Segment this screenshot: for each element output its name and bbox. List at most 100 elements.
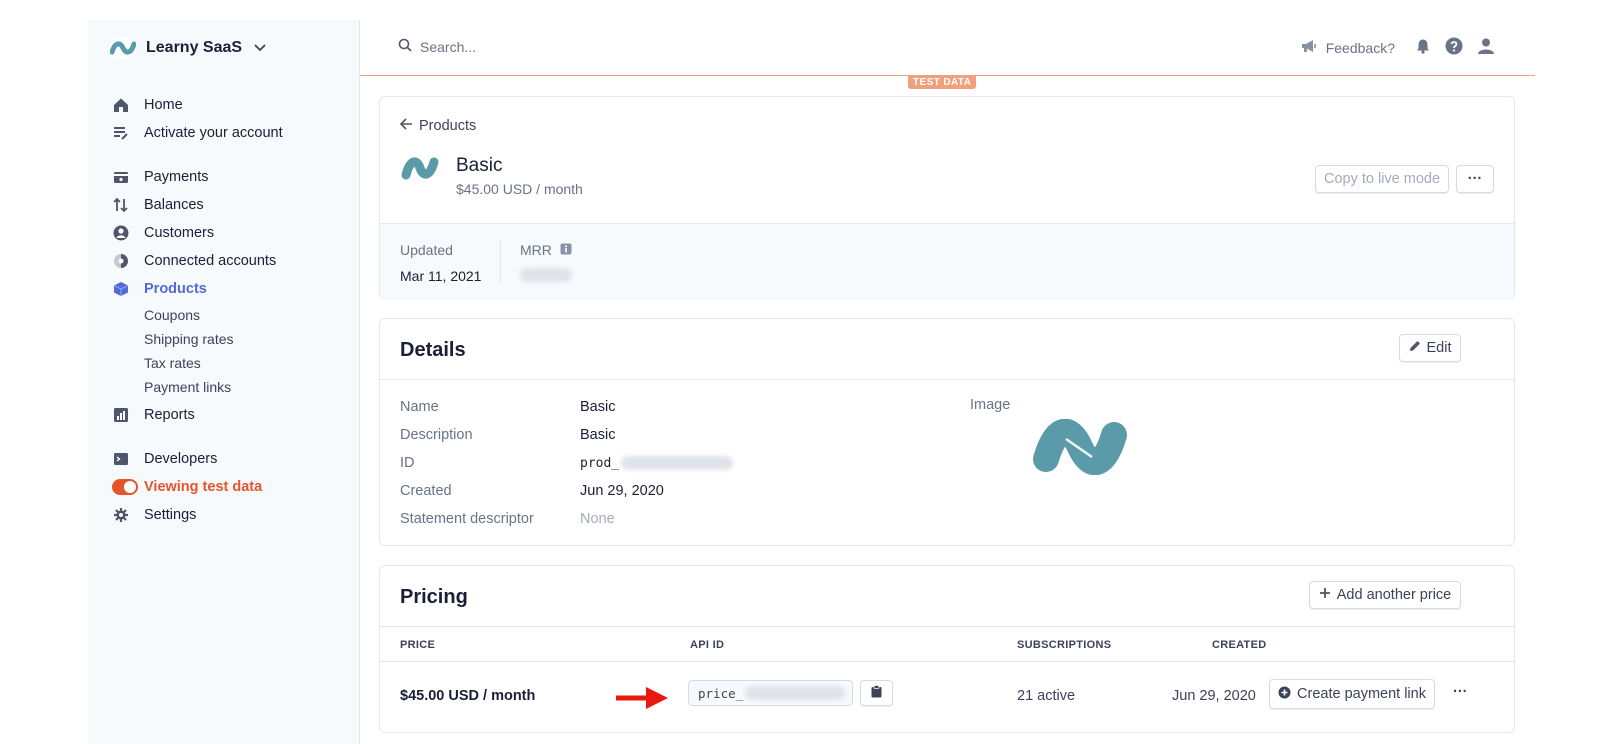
detail-key: Description: [400, 427, 473, 443]
search-bar[interactable]: Search...: [398, 38, 476, 55]
sidebar: Learny SaaS Home Activate your account P…: [88, 20, 360, 744]
product-meta-bar: Updated Mar 11, 2021 MRR: [380, 223, 1514, 300]
customers-icon: [112, 224, 130, 242]
feedback-button[interactable]: Feedback?: [1301, 39, 1395, 56]
mrr-value-redacted: [520, 268, 572, 282]
api-id-redacted: [745, 686, 846, 700]
sidebar-item-developers[interactable]: Developers: [112, 445, 342, 473]
sidebar-item-reports[interactable]: Reports: [112, 401, 342, 429]
plus-icon: [1319, 587, 1331, 603]
account-name: Learny SaaS: [146, 39, 243, 56]
account-switcher[interactable]: Learny SaaS: [110, 37, 266, 59]
user-avatar-icon[interactable]: [1477, 37, 1495, 58]
sidebar-item-label: Customers: [144, 225, 215, 241]
copy-api-id-button[interactable]: [860, 680, 893, 706]
sidebar-item-coupons[interactable]: Coupons: [112, 303, 342, 327]
add-price-label: Add another price: [1336, 587, 1452, 603]
sidebar-item-label: Products: [144, 281, 207, 297]
detail-row-id: ID prod_: [400, 453, 734, 473]
column-header-subscriptions: SUBSCRIPTIONS: [1017, 639, 1112, 651]
products-icon: [112, 280, 130, 298]
detail-key: Name: [400, 399, 439, 415]
sidebar-item-customers[interactable]: Customers: [112, 219, 342, 247]
product-header-card: Products Basic $45.00 USD / month Copy t…: [379, 96, 1515, 300]
product-logo-icon: [400, 155, 440, 186]
help-icon[interactable]: [1445, 37, 1463, 58]
learny-logo-icon: [110, 37, 136, 59]
create-link-label: Create payment link: [1297, 686, 1426, 702]
column-header-price: PRICE: [400, 639, 436, 651]
balances-icon: [112, 196, 130, 214]
bell-icon[interactable]: [1415, 38, 1431, 57]
detail-row-created: Created Jun 29, 2020: [400, 481, 664, 501]
search-icon: [398, 38, 412, 55]
create-payment-link-button[interactable]: Create payment link: [1269, 679, 1435, 709]
details-card: Details Edit Name Basic Description Basi…: [379, 318, 1515, 546]
test-data-badge: TEST DATA: [908, 76, 977, 89]
mrr-cell: MRR: [520, 242, 572, 285]
clipboard-icon: [871, 684, 882, 702]
details-divider: [380, 379, 1514, 380]
detail-value: Basic: [580, 427, 616, 443]
detail-key: ID: [400, 455, 415, 471]
sidebar-item-home[interactable]: Home: [112, 91, 342, 119]
column-header-created: CREATED: [1212, 639, 1267, 651]
sidebar-item-connected-accounts[interactable]: Connected accounts: [112, 247, 342, 275]
chevron-down-icon: [254, 41, 266, 55]
sidebar-item-balances[interactable]: Balances: [112, 191, 342, 219]
sidebar-item-label: Connected accounts: [144, 253, 277, 269]
updated-value: Mar 11, 2021: [400, 268, 482, 284]
price-cell[interactable]: $45.00 USD / month: [400, 688, 535, 704]
subscriptions-cell: 21 active: [1017, 688, 1076, 704]
red-arrow-annotation: [616, 684, 670, 715]
page-title: Basic: [456, 155, 503, 176]
edit-label: Edit: [1426, 340, 1452, 356]
sidebar-item-shipping-rates[interactable]: Shipping rates: [112, 327, 342, 351]
details-title: Details: [400, 339, 466, 361]
reports-icon: [112, 406, 130, 424]
copy-to-live-mode-button[interactable]: Copy to live mode: [1315, 165, 1449, 193]
sidebar-item-label: Home: [144, 97, 183, 113]
created-cell: Jun 29, 2020: [1172, 688, 1256, 704]
row-more-options-button[interactable]: ···: [1453, 684, 1468, 700]
sidebar-item-label: Viewing test data: [144, 479, 263, 495]
sidebar-item-settings[interactable]: Settings: [112, 501, 342, 529]
image-label: Image: [970, 397, 1011, 413]
sidebar-item-activate-account[interactable]: Activate your account: [112, 119, 342, 147]
test-data-toggle[interactable]: Viewing test data: [112, 473, 342, 501]
pricing-divider-top: [380, 626, 1514, 627]
gear-icon: [112, 506, 130, 524]
back-label: Products: [419, 118, 477, 134]
sidebar-item-products[interactable]: Products: [112, 275, 342, 303]
api-id-field[interactable]: price_: [688, 680, 853, 706]
connected-accounts-icon: [112, 252, 130, 270]
api-id-prefix: price_: [698, 685, 744, 701]
sidebar-item-payment-links[interactable]: Payment links: [112, 375, 342, 399]
detail-row-description: Description Basic: [400, 425, 615, 445]
search-input[interactable]: Search...: [420, 39, 476, 55]
sidebar-item-label: Balances: [144, 197, 204, 213]
product-price-summary: $45.00 USD / month: [456, 181, 583, 197]
megaphone-icon: [1301, 39, 1318, 56]
detail-value: Jun 29, 2020: [580, 483, 664, 499]
top-bar: Search... Feedback?: [360, 20, 1535, 76]
info-icon[interactable]: [560, 242, 572, 258]
add-another-price-button[interactable]: Add another price: [1309, 581, 1461, 609]
updated-label: Updated: [400, 242, 453, 258]
home-icon: [112, 96, 130, 114]
toggle-switch[interactable]: [112, 478, 138, 496]
arrow-left-icon: [399, 118, 413, 134]
sidebar-item-payments[interactable]: Payments: [112, 163, 342, 191]
back-to-products-link[interactable]: Products: [399, 118, 477, 134]
feedback-label: Feedback?: [1325, 39, 1395, 56]
meta-divider: [500, 240, 501, 284]
pricing-divider-header: [380, 661, 1514, 662]
pencil-icon: [1409, 340, 1421, 356]
edit-button[interactable]: Edit: [1399, 334, 1461, 362]
product-id-value[interactable]: prod_: [580, 455, 734, 471]
more-options-button[interactable]: ···: [1456, 165, 1494, 193]
pricing-card: Pricing Add another price PRICE API ID S…: [379, 565, 1515, 733]
sidebar-item-label: Activate your account: [144, 125, 283, 141]
product-id-prefix: prod_: [580, 455, 620, 471]
sidebar-item-tax-rates[interactable]: Tax rates: [112, 351, 342, 375]
